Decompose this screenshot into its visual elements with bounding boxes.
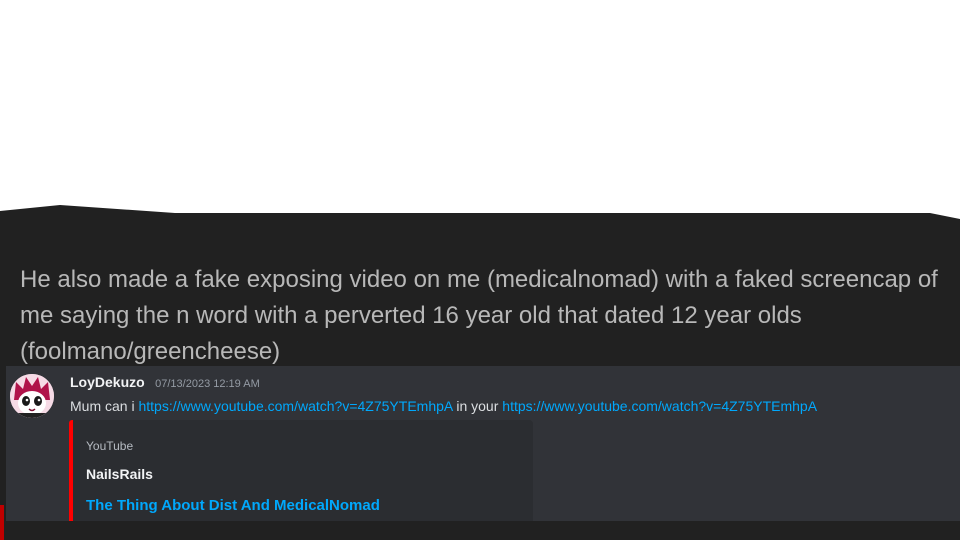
avatar[interactable] bbox=[10, 374, 54, 418]
message-text-middle: in your bbox=[452, 398, 503, 414]
message-text-before: Mum can i bbox=[70, 398, 139, 414]
youtube-embed: YouTube NailsRails The Thing About Dist … bbox=[69, 420, 533, 521]
username[interactable]: LoyDekuzo bbox=[70, 374, 145, 390]
message-link-1[interactable]: https://www.youtube.com/watch?v=4Z75YTEm… bbox=[138, 398, 452, 414]
timestamp: 07/13/2023 12:19 AM bbox=[155, 378, 260, 390]
embed-author[interactable]: NailsRails bbox=[86, 466, 153, 482]
post-text: He also made a fake exposing video on me… bbox=[20, 266, 938, 365]
message-link-2[interactable]: https://www.youtube.com/watch?v=4Z75YTEm… bbox=[502, 398, 817, 414]
embed-provider: YouTube bbox=[86, 439, 134, 453]
avatar-character-icon bbox=[10, 374, 54, 418]
discord-message-screenshot: LoyDekuzo 07/13/2023 12:19 AM Mum can i … bbox=[6, 366, 960, 521]
red-edge-fragment bbox=[0, 505, 4, 540]
embed-title-link[interactable]: The Thing About Dist And MedicalNomad bbox=[86, 497, 380, 514]
message-content: Mum can i https://www.youtube.com/watch?… bbox=[70, 398, 817, 414]
message-header: LoyDekuzo 07/13/2023 12:19 AM bbox=[70, 374, 260, 392]
